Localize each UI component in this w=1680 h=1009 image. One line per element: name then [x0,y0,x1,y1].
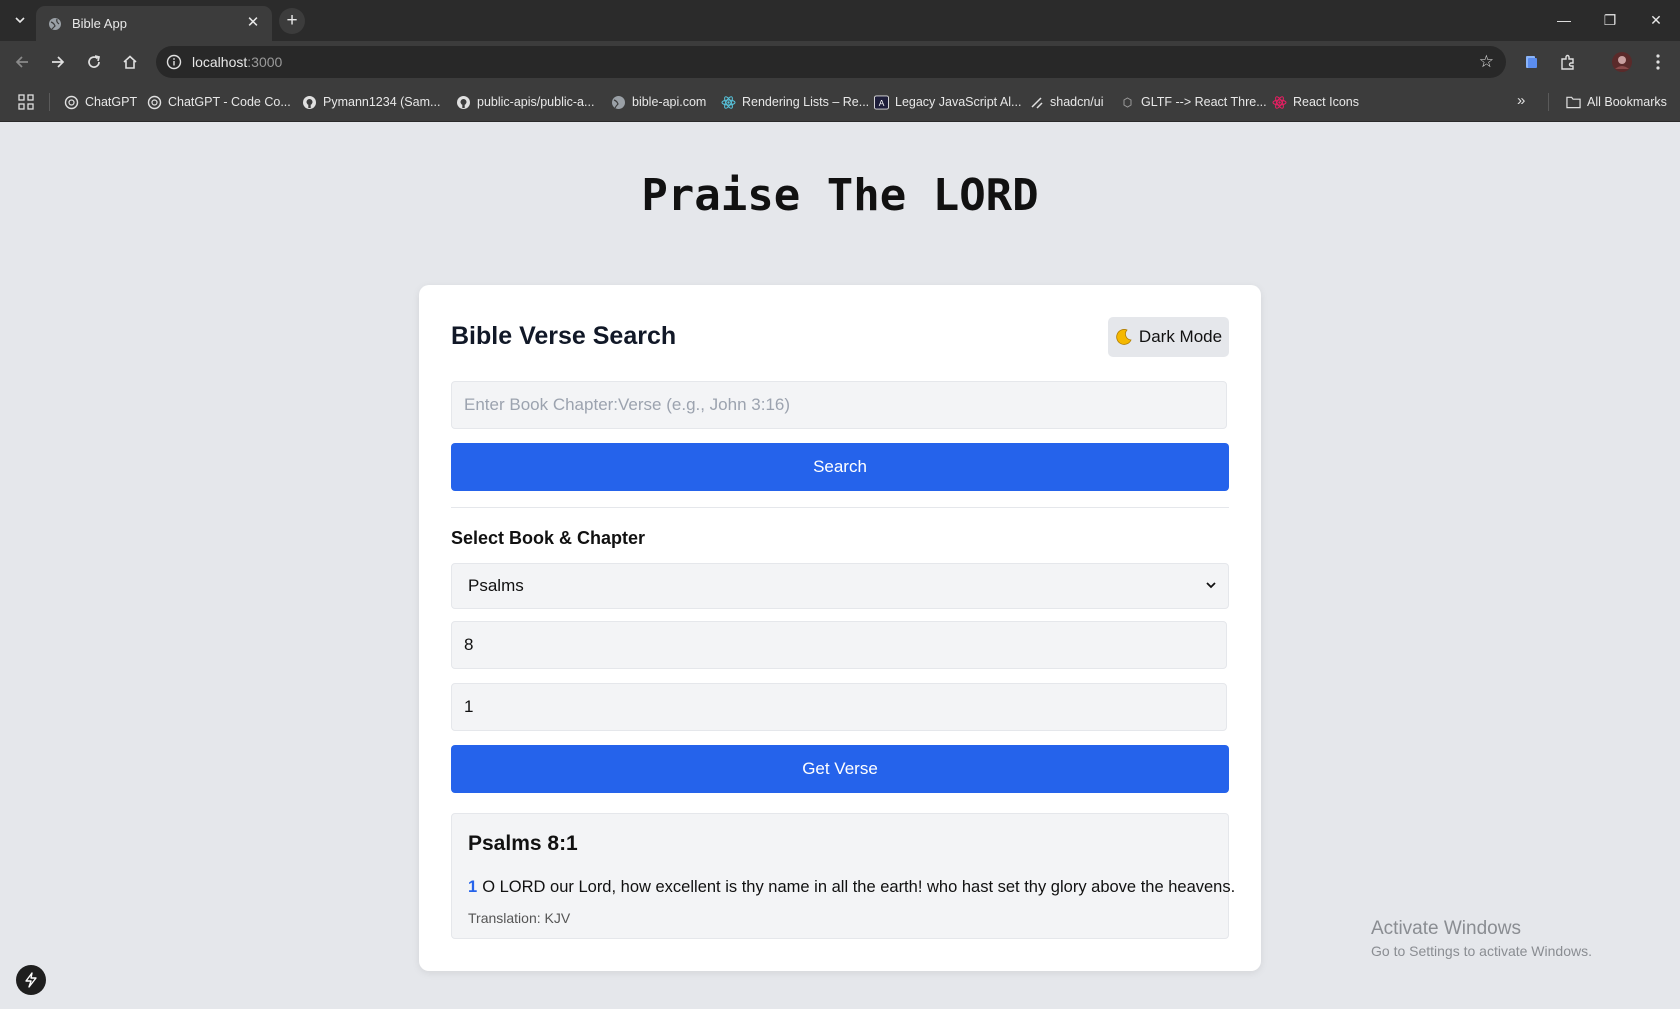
get-verse-button[interactable]: Get Verse [451,745,1229,793]
page-title: Praise The LORD [641,170,1039,221]
book-select[interactable]: Psalms [451,563,1229,609]
search-button[interactable]: Search [451,443,1229,491]
github-icon [456,95,471,110]
react-icon [721,95,736,110]
verse-input[interactable]: 1 [451,683,1227,731]
more-menu-icon[interactable] [1647,51,1669,73]
new-tab-button[interactable]: + [279,8,305,34]
site-info-icon[interactable] [166,54,182,70]
minimize-icon[interactable]: — [1549,8,1579,32]
chevron-down-icon [1206,582,1216,589]
verse-text: O LORD our Lord, how excellent is thy na… [482,878,1236,896]
bookmarks-bar: ChatGPT ChatGPT - Code Co... Pymann1234 … [0,83,1680,122]
browser-toolbar: localhost:3000 ☆ [0,41,1680,83]
extensions-puzzle-icon[interactable] [1557,51,1579,73]
select-book-chapter-label: Select Book & Chapter [451,528,646,548]
chapter-input[interactable]: 8 [451,621,1227,669]
bookmark-item[interactable]: ChatGPT - Code Co... [147,92,291,112]
reload-icon[interactable] [82,50,106,74]
verse-text-line: 1O LORD our Lord, how excellent is thy n… [468,878,1235,897]
verse-search-input[interactable]: Enter Book Chapter:Verse (e.g., John 3:1… [451,381,1227,429]
close-tab-icon[interactable]: ✕ [244,14,262,32]
book-select-value: Psalms [468,576,524,595]
verse-result: Psalms 8:1 1O LORD our Lord, how excelle… [451,813,1235,939]
a-logo-icon: A [874,94,889,110]
globe-icon [611,95,626,110]
home-icon[interactable] [118,50,142,74]
bookmark-item[interactable]: GLTF --> React Thre... [1120,92,1267,112]
dev-tools-bolt-icon[interactable] [16,965,46,995]
restore-icon[interactable]: ❐ [1595,8,1625,32]
verse-reference: Psalms 8:1 [468,832,578,855]
profile-avatar[interactable] [1611,51,1633,73]
forward-icon[interactable] [46,50,70,74]
bookmark-item[interactable]: React Icons [1272,92,1359,112]
github-icon [302,95,317,110]
dark-mode-label: Dark Mode [1138,327,1223,346]
moon-icon [1116,329,1132,345]
svg-text:A: A [879,97,885,107]
bookmark-item[interactable]: ChatGPT [64,92,137,112]
bookmark-star-icon[interactable]: ☆ [1479,52,1494,72]
divider [451,507,1229,508]
tab-search-icon[interactable] [10,10,30,30]
bookmark-item[interactable]: A Legacy JavaScript Al... [874,92,1021,112]
tab-strip: Bible App ✕ + — ❐ ✕ [0,0,1680,41]
tab-title: Bible App [72,16,127,31]
card-title: Bible Verse Search [451,322,677,350]
folder-icon [1566,95,1581,110]
more-bookmarks-icon[interactable]: » [1517,92,1525,109]
all-bookmarks[interactable]: All Bookmarks [1566,92,1667,112]
bookmark-item[interactable]: bible-api.com [611,92,706,112]
react-icons-icon [1272,95,1287,110]
shadcn-icon [1029,95,1044,110]
windows-activation-watermark: Activate Windows Go to Settings to activ… [1371,918,1592,959]
extension-doc-icon[interactable] [1520,51,1542,73]
translation-label: Translation: KJV [468,910,571,926]
bookmarks-separator [1548,93,1549,111]
bookmark-item[interactable]: shadcn/ui [1029,92,1104,112]
globe-icon [49,18,61,30]
bookmark-item[interactable]: Rendering Lists – Re... [721,92,869,112]
dark-mode-button[interactable]: Dark Mode [1108,317,1229,357]
watermark-line-2: Go to Settings to activate Windows. [1371,943,1592,959]
tab-bible-app[interactable]: Bible App ✕ [36,6,272,41]
cube-icon [1120,95,1135,110]
bookmarks-separator [49,93,50,111]
bookmark-item[interactable]: Pymann1234 (Sam... [302,92,440,112]
bookmark-item[interactable]: public-apis/public-a... [456,92,594,112]
verse-number: 1 [468,878,478,896]
openai-icon [64,95,79,110]
address-bar[interactable]: localhost:3000 ☆ [156,46,1506,78]
watermark-line-1: Activate Windows [1371,918,1521,939]
apps-grid-icon[interactable] [18,94,34,110]
url-text: localhost:3000 [192,54,283,70]
openai-icon [147,95,162,110]
close-window-icon[interactable]: ✕ [1641,8,1671,32]
verse-search-card: Bible Verse Search Dark Mode Enter Book … [419,285,1261,971]
back-icon[interactable] [10,50,34,74]
